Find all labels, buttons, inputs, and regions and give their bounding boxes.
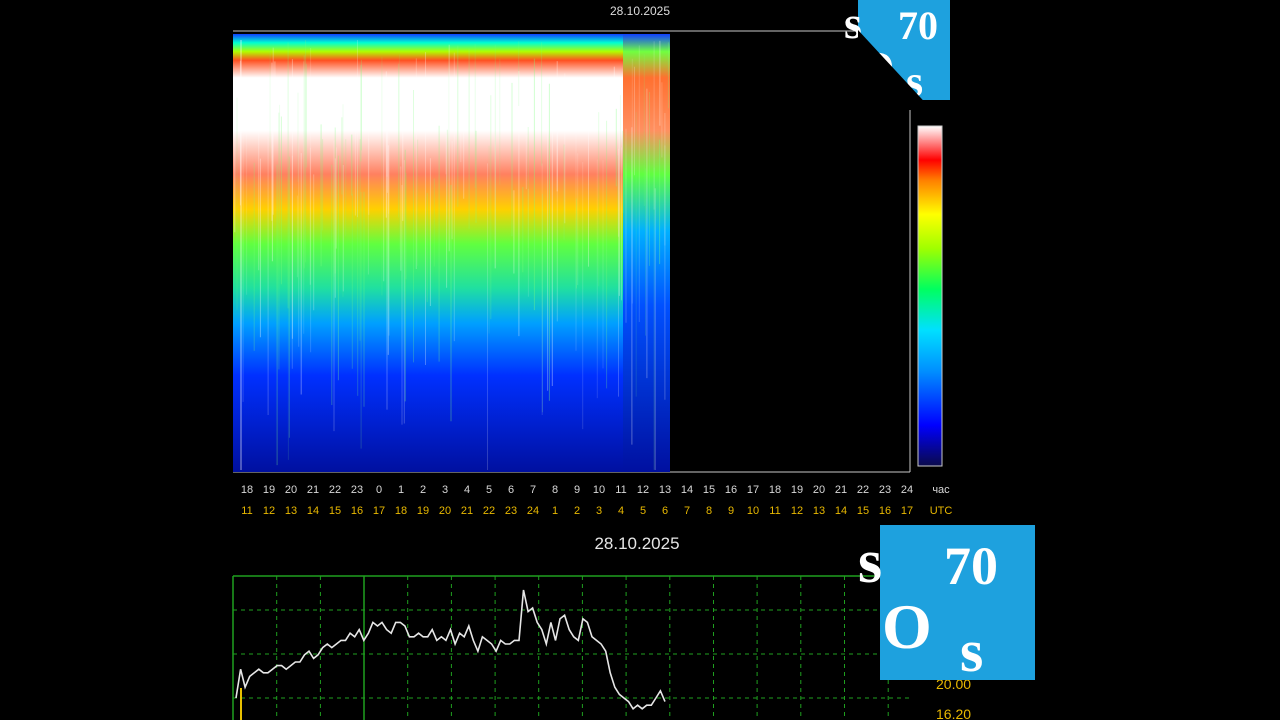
logo-bottom-s1: s <box>858 528 883 596</box>
local-hour-tick: 18 <box>768 484 782 496</box>
local-hour-tick: 10 <box>592 484 606 496</box>
utc-hour-tick: 1 <box>551 505 559 517</box>
utc-hour-tick: 13 <box>284 505 298 517</box>
local-hour-tick: 2 <box>419 484 427 496</box>
utc-hour-tick: 2 <box>573 505 581 517</box>
local-hour-tick: 6 <box>507 484 515 496</box>
logo-bottom-cut <box>880 525 1035 680</box>
local-hour-tick: 7 <box>529 484 537 496</box>
utc-hour-tick: 16 <box>350 505 364 517</box>
local-hour-tick: 13 <box>658 484 672 496</box>
local-hour-tick: 5 <box>485 484 493 496</box>
local-hour-tick: 9 <box>573 484 581 496</box>
local-hour-tick: 3 <box>441 484 449 496</box>
utc-hour-tick: 21 <box>460 505 474 517</box>
utc-hour-tick: 4 <box>617 505 625 517</box>
utc-hour-tick: 14 <box>306 505 320 517</box>
local-hour-tick: 14 <box>680 484 694 496</box>
local-hour-tick: 19 <box>790 484 804 496</box>
utc-hour-tick: 6 <box>661 505 669 517</box>
local-hour-tick: 15 <box>702 484 716 496</box>
utc-hour-tick: 8 <box>705 505 713 517</box>
local-hour-tick: 22 <box>856 484 870 496</box>
utc-hour-tick: 17 <box>372 505 386 517</box>
chart-grid <box>232 575 910 720</box>
utc-hour-tick: 10 <box>746 505 760 517</box>
local-hour-tick: 23 <box>350 484 364 496</box>
utc-hour-tick: 3 <box>595 505 603 517</box>
utc-hour-tick: 17 <box>900 505 914 517</box>
utc-hour-tick: 22 <box>482 505 496 517</box>
utc-hour-tick: 12 <box>790 505 804 517</box>
utc-hour-tick: 7 <box>683 505 691 517</box>
utc-hour-tick: 20 <box>438 505 452 517</box>
colorbar <box>917 125 943 467</box>
screen: 28.10.2025 s 70 s 18 19 20 21 22 23 0 1 … <box>0 0 1280 720</box>
local-hour-tick: 21 <box>306 484 320 496</box>
y-tick-label-2: 16.20 <box>936 706 972 720</box>
local-hour-tick: 23 <box>878 484 892 496</box>
utc-hour-tick: 16 <box>878 505 892 517</box>
local-hour-tick: 18 <box>240 484 254 496</box>
local-hour-tick: 0 <box>375 484 383 496</box>
local-hour-tick: 19 <box>262 484 276 496</box>
utc-hour-tick: 19 <box>416 505 430 517</box>
local-hour-tick: 11 <box>615 484 627 496</box>
local-hour-tick: 22 <box>328 484 342 496</box>
utc-hour-tick: 12 <box>262 505 276 517</box>
utc-hour-tick: 11 <box>241 505 253 517</box>
amplitude-chart <box>232 575 910 720</box>
local-hour-tick: 21 <box>834 484 848 496</box>
series-line <box>235 589 666 710</box>
utc-hour-tick: 5 <box>639 505 647 517</box>
local-hour-tick: 17 <box>746 484 760 496</box>
spectrogram-panel <box>233 30 943 473</box>
utc-hour-tick: 24 <box>526 505 540 517</box>
local-hour-tick: 12 <box>636 484 650 496</box>
local-hour-tick: 24 <box>900 484 914 496</box>
local-hour-tick: 1 <box>397 484 405 496</box>
local-unit-label: час <box>932 484 950 496</box>
chart-title: 28.10.2025 <box>594 534 680 553</box>
local-hour-tick: 4 <box>463 484 471 496</box>
local-hour-tick: 20 <box>812 484 826 496</box>
utc-hour-tick: 15 <box>328 505 342 517</box>
local-hour-tick: 16 <box>724 484 738 496</box>
utc-hour-tick: 18 <box>394 505 408 517</box>
utc-unit-label: UTC <box>929 505 953 517</box>
local-hour-tick: 20 <box>284 484 298 496</box>
utc-hour-tick: 9 <box>727 505 735 517</box>
utc-hour-tick: 11 <box>769 505 781 517</box>
local-hour-tick: 8 <box>551 484 559 496</box>
utc-hour-tick: 15 <box>856 505 870 517</box>
utc-hour-tick: 23 <box>504 505 518 517</box>
utc-hour-tick: 14 <box>834 505 848 517</box>
utc-hour-tick: 13 <box>812 505 826 517</box>
logo-top-cut <box>858 30 932 110</box>
